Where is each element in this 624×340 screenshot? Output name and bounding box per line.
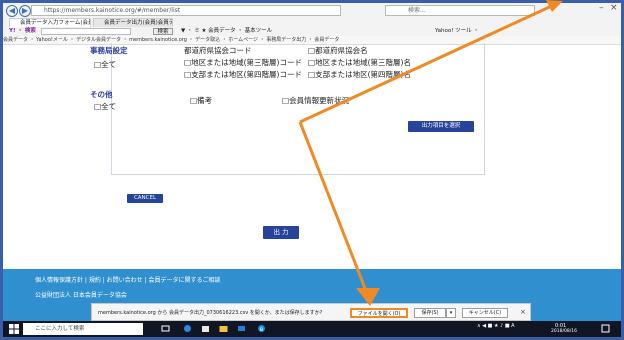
windows-start-icon[interactable] <box>9 324 19 334</box>
back-icon[interactable]: ◀ <box>6 5 18 17</box>
field-status[interactable]: □会員情報更新状況 <box>282 95 349 106</box>
ie-icon[interactable]: e <box>257 324 266 333</box>
clock-date[interactable]: 2018/08/16 <box>551 329 577 334</box>
windows-taskbar: ここに入力して検索 e ∧ ◀ ■ ★ ♪ ■ A 0:01 2018/08/1… <box>3 321 621 337</box>
close-icon[interactable]: × <box>520 308 526 316</box>
cancel-button[interactable]: CANCEL <box>127 194 163 203</box>
svg-text:e: e <box>260 326 264 333</box>
download-notification-bar: members.kainotice.org から 会員データ出力_0730616… <box>91 303 531 321</box>
task-view-icon[interactable] <box>161 324 170 333</box>
toolbar-search-button[interactable]: 検索 <box>153 28 173 35</box>
field-branch-name[interactable]: □支部または地区(第四階層)名 <box>308 69 411 80</box>
edge-icon[interactable] <box>183 324 192 333</box>
toolbar-items[interactable]: ▼ ・ ミ ★ 会員データ ・ 基本ツール <box>181 27 272 36</box>
download-message: members.kainotice.org から 会員データ出力_0730616… <box>98 310 323 316</box>
field-branch-code[interactable]: □支部または地区(第四階層)コード <box>184 69 302 80</box>
footer-organization: 公益財団法人 日本会員データ協会 <box>35 292 127 299</box>
output-button[interactable]: 出 力 <box>263 226 299 239</box>
toolbar-right[interactable]: Yahoo! ツール ・ <box>435 27 479 36</box>
field-prefecture-code[interactable]: 都道府県協会コード <box>184 45 252 56</box>
close-icon[interactable]: × <box>610 3 618 13</box>
store-icon[interactable] <box>201 324 210 333</box>
forward-icon[interactable]: ▶ <box>19 5 31 17</box>
download-cancel-button[interactable]: キャンセル(C) <box>462 308 508 318</box>
address-bar[interactable]: https://members.kainotice.org/#/member/l… <box>31 5 341 16</box>
browser-search-input[interactable]: 検索... <box>385 5 535 16</box>
toolbar-yahoo-label[interactable]: Y! ・ 検索 <box>9 27 36 36</box>
output-settings-panel: 事務局設定 □全て 都道府県協会コード □都道府県協会名 □地区または地域(第三… <box>90 43 485 175</box>
tab-member-output[interactable]: 会員データ出力(会員)会員データ × <box>93 18 173 27</box>
yahoo-toolbar: Y! ・ 検索 検索 ▼ ・ ミ ★ 会員データ ・ 基本ツール Yahoo! … <box>3 27 621 36</box>
save-button[interactable]: 保存(S) <box>414 308 446 318</box>
save-dropdown-icon[interactable]: ▾ <box>446 308 456 318</box>
field-district-code[interactable]: □地区または地域(第三階層)コード <box>184 57 302 68</box>
mail-icon[interactable] <box>237 324 246 333</box>
browser-window: ◀ ▶ https://members.kainotice.org/#/memb… <box>3 3 621 337</box>
folder-icon[interactable] <box>219 324 228 333</box>
field-district-name[interactable]: □地区または地域(第三階層)名 <box>308 57 411 68</box>
tab-member-input[interactable]: 会員データ入力フォーム(会員) × <box>9 18 91 27</box>
footer-links[interactable]: 個人情報保護方針 | 規約 | お問い合わせ | 会員データに関するご相談 <box>35 275 221 284</box>
system-tray[interactable]: ∧ ◀ ■ ★ ♪ ■ A <box>477 323 515 329</box>
section-office-title: 事務局設定 <box>90 46 128 55</box>
field-remarks[interactable]: □備考 <box>190 95 212 106</box>
section-other-title: その他 <box>90 90 113 99</box>
browser-chrome: ◀ ▶ https://members.kainotice.org/#/memb… <box>3 3 621 45</box>
minimize-icon[interactable]: – <box>599 3 604 13</box>
page-content: 事務局設定 □全て 都道府県協会コード □都道府県協会名 □地区または地域(第三… <box>3 43 621 277</box>
taskbar-search-input[interactable]: ここに入力して検索 <box>23 323 143 335</box>
select-items-button[interactable]: 出力項目を選択 <box>408 121 474 132</box>
other-all-checkbox[interactable]: □全て <box>94 101 116 112</box>
open-file-button[interactable]: ファイルを開く(O) <box>350 308 408 318</box>
notification-icon[interactable] <box>601 324 610 333</box>
field-prefecture-name[interactable]: □都道府県協会名 <box>308 45 368 56</box>
toolbar-search-input[interactable] <box>41 28 131 35</box>
office-all-checkbox[interactable]: □全て <box>94 59 116 70</box>
